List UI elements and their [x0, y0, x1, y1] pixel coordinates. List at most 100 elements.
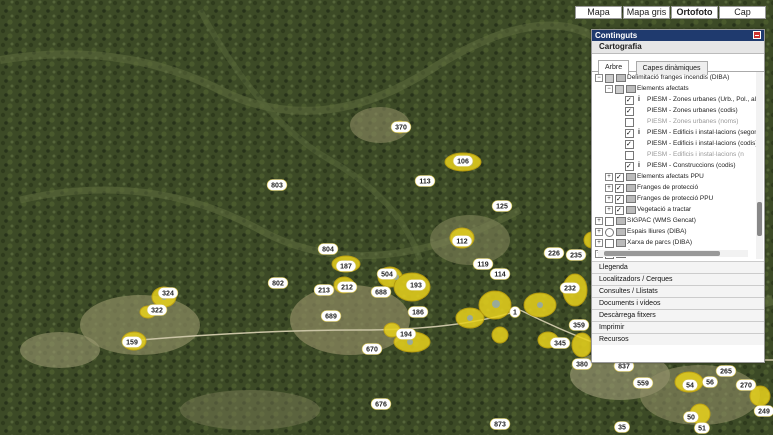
- map-label: 35: [614, 421, 630, 433]
- tree-item[interactable]: + Elements afectats PPU: [592, 171, 752, 182]
- checkbox[interactable]: [615, 206, 624, 215]
- tree-item[interactable]: + Xarxa de parcs (DIBA): [592, 237, 752, 248]
- scrollbar-thumb[interactable]: [757, 202, 762, 236]
- map-label: 676: [370, 398, 392, 410]
- folder-icon: [626, 195, 636, 203]
- section-llegenda[interactable]: Llegenda: [592, 261, 764, 273]
- section-documents[interactable]: Documents i vídeos: [592, 297, 764, 309]
- section-title[interactable]: Cartografia: [592, 41, 764, 54]
- map-label: 265: [715, 365, 737, 377]
- map-label: 670: [361, 343, 383, 355]
- basemap-cap-button[interactable]: Cap: [719, 6, 766, 19]
- checkbox[interactable]: [605, 239, 614, 248]
- svg-text:873: 873: [494, 422, 506, 429]
- tab-bar: Arbre Capes dinàmiques: [592, 57, 764, 75]
- checkbox[interactable]: [625, 107, 634, 116]
- tree-item-label: PIESM - Construccions (codis): [647, 162, 736, 169]
- map-label: 688: [370, 286, 392, 298]
- tree-item[interactable]: + Vegetació a tractar: [592, 204, 752, 215]
- collapse-icon[interactable]: −: [595, 74, 603, 82]
- section-consultes[interactable]: Consultes / Llistats: [592, 285, 764, 297]
- checkbox[interactable]: [615, 184, 624, 193]
- tree-item-label: SIGPAC (WMS Gencat): [627, 217, 696, 224]
- info-icon[interactable]: i: [638, 127, 640, 138]
- checkbox[interactable]: [625, 140, 634, 149]
- expand-icon[interactable]: +: [605, 173, 613, 181]
- tree-item[interactable]: PIESM - Zones urbanes (noms): [592, 116, 752, 127]
- folder-icon: [616, 217, 626, 225]
- tree-item[interactable]: − Delimitació franges incendis (DIBA): [592, 72, 752, 83]
- info-icon[interactable]: i: [638, 160, 640, 171]
- svg-text:187: 187: [340, 264, 352, 271]
- basemap-mapa-button[interactable]: Mapa: [575, 6, 622, 19]
- section-localitzadors[interactable]: Localitzadors / Cerques: [592, 273, 764, 285]
- info-icon[interactable]: i: [638, 94, 640, 105]
- tree-item[interactable]: + SIGPAC (WMS Gencat): [592, 215, 752, 226]
- checkbox[interactable]: [625, 162, 634, 171]
- map-label: 193: [405, 279, 427, 291]
- map-label: 249: [753, 405, 773, 417]
- expand-icon[interactable]: +: [595, 239, 603, 247]
- checkbox[interactable]: [625, 129, 634, 138]
- expand-icon[interactable]: +: [605, 195, 613, 203]
- checkbox[interactable]: [625, 151, 634, 160]
- checkbox[interactable]: [605, 217, 614, 226]
- tree-item[interactable]: + Espais lliures (DIBA): [592, 226, 752, 237]
- layer-tree: − Delimitació franges incendis (DIBA) − …: [592, 72, 764, 261]
- svg-text:249: 249: [758, 409, 770, 416]
- basemap-mapa-gris-button[interactable]: Mapa gris: [623, 6, 670, 19]
- map-label: 370: [390, 121, 412, 133]
- panel-header: Continguts: [592, 30, 764, 41]
- svg-text:114: 114: [494, 272, 505, 279]
- section-recursos[interactable]: Recursos: [592, 333, 764, 345]
- checkbox-partial[interactable]: [605, 74, 614, 83]
- expand-icon[interactable]: +: [595, 217, 603, 225]
- svg-text:159: 159: [126, 340, 138, 347]
- map-label: 1: [509, 306, 521, 318]
- basemap-ortofoto-button[interactable]: Ortofoto: [671, 6, 718, 19]
- tree-item-label: PIESM - Edificis i instal·lacions (codis…: [647, 140, 758, 147]
- panel-title: Continguts: [595, 31, 638, 40]
- svg-text:322: 322: [151, 308, 163, 315]
- tree-item[interactable]: i PIESM - Edificis i instal·lacions (seg…: [592, 127, 758, 138]
- tree-item-label: PIESM - Zones urbanes (noms): [647, 118, 739, 125]
- vertical-scrollbar[interactable]: [756, 72, 763, 259]
- svg-text:119: 119: [477, 262, 488, 269]
- folder-icon: [626, 173, 636, 181]
- horizontal-scrollbar[interactable]: [598, 250, 748, 257]
- scrollbar-thumb[interactable]: [604, 251, 720, 256]
- tree-item[interactable]: i PIESM - Zones urbanes (Urb., Pol., alb: [592, 94, 760, 105]
- map-label: 559: [632, 377, 654, 389]
- section-descarrega[interactable]: Descàrrega fitxers: [592, 309, 764, 321]
- tree-item[interactable]: − Elements afectats: [592, 83, 752, 94]
- tree-item-label: Elements afectats: [637, 85, 689, 92]
- map-label: 804: [317, 243, 339, 255]
- map-label: 803: [266, 179, 288, 191]
- checkbox[interactable]: [625, 96, 634, 105]
- collapse-icon[interactable]: −: [605, 85, 613, 93]
- tree-item[interactable]: + Franges de protecció: [592, 182, 752, 193]
- expand-icon[interactable]: +: [605, 206, 613, 214]
- map-label: 359: [568, 319, 590, 331]
- checkbox[interactable]: [615, 173, 624, 182]
- radio-button[interactable]: [605, 228, 614, 237]
- checkbox[interactable]: [615, 195, 624, 204]
- svg-text:106: 106: [457, 159, 469, 166]
- tree-item[interactable]: + Franges de protecció PPU: [592, 193, 752, 204]
- checkbox-partial[interactable]: [615, 85, 624, 94]
- section-imprimir[interactable]: Imprimir: [592, 321, 764, 333]
- folder-icon: [626, 206, 636, 214]
- map-label: 50: [683, 411, 699, 423]
- expand-icon[interactable]: +: [605, 184, 613, 192]
- tree-item[interactable]: PIESM - Edificis i instal·lacions (codis…: [592, 138, 758, 149]
- tree-item-label: Delimitació franges incendis (DIBA): [627, 74, 730, 81]
- svg-text:1: 1: [513, 310, 517, 317]
- minimize-icon[interactable]: [753, 31, 761, 39]
- expand-icon[interactable]: +: [595, 228, 603, 236]
- map-label: 322: [146, 304, 168, 316]
- folder-icon: [616, 228, 626, 236]
- tree-item[interactable]: PIESM - Zones urbanes (codis): [592, 105, 752, 116]
- tree-item[interactable]: PIESM - Edificis i instal·lacions (n: [592, 149, 752, 160]
- tree-item[interactable]: i PIESM - Construccions (codis): [592, 160, 752, 171]
- checkbox[interactable]: [625, 118, 634, 127]
